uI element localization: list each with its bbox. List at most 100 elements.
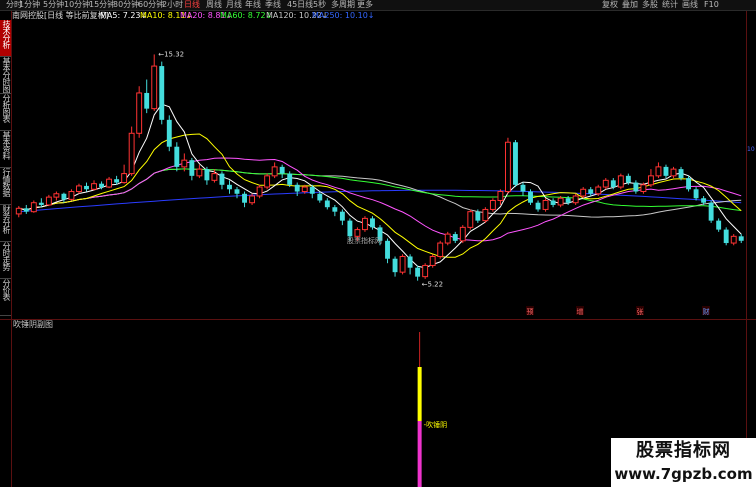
tab-15[interactable]: 多周期 <box>331 0 355 10</box>
candle-body-53 <box>415 267 421 277</box>
candle-body-51 <box>399 255 406 273</box>
candle-body-1 <box>23 208 29 212</box>
low-annotation: ←5.22 <box>422 281 443 289</box>
candle-body-63 <box>489 199 496 210</box>
candle-body-82 <box>633 182 639 192</box>
candle-body-38 <box>301 186 308 193</box>
left-tab-7[interactable]: 分价表 <box>0 279 11 316</box>
candle-body-71 <box>550 200 556 205</box>
toolbar-right-0[interactable]: 复权 <box>602 0 618 10</box>
ma-label-3: MA60: 8.72↓ <box>220 11 273 20</box>
candle-body-7 <box>68 191 75 200</box>
candle-body-14 <box>121 173 128 184</box>
candle-body-47 <box>370 218 375 228</box>
tab-14[interactable]: 5秒 <box>313 0 326 10</box>
left-tab-5[interactable]: 财务分析 <box>0 205 11 242</box>
center-watermark: 股票指标网 <box>347 237 382 245</box>
candle-body-25 <box>204 169 210 181</box>
candle-body-70 <box>542 199 549 210</box>
high-annotation: ←15.32 <box>158 50 184 58</box>
tab-12[interactable]: 季线 <box>265 0 281 10</box>
candle-body-55 <box>429 255 436 266</box>
tab-5[interactable]: 30分钟 <box>113 0 139 10</box>
left-tab-2[interactable]: 分析图表 <box>0 94 11 131</box>
left-tab-4[interactable]: 行情数据 <box>0 168 11 205</box>
tab-4[interactable]: 15分钟 <box>89 0 115 10</box>
toolbar-right-3[interactable]: 统计 <box>662 0 678 10</box>
candle-body-22 <box>181 159 188 168</box>
candle-body-10 <box>91 183 97 190</box>
candle-body-76 <box>588 189 594 194</box>
site-logo: 股票指标网 www.7gpzb.com <box>611 438 756 487</box>
candle-body-62 <box>482 208 489 222</box>
candle-body-57 <box>444 233 451 244</box>
left-tab-3[interactable]: 基本资料 <box>0 131 11 168</box>
toolbar-right-5[interactable]: F10 <box>704 0 719 10</box>
candle-body-68 <box>528 191 533 203</box>
tab-7[interactable]: 2小时 <box>162 0 183 10</box>
candle-body-19 <box>159 66 165 120</box>
right-price-value: 10 <box>747 146 755 153</box>
candle-body-27 <box>219 173 225 185</box>
left-tab-6[interactable]: 分时走势 <box>0 242 11 279</box>
candle-body-29 <box>234 189 240 194</box>
tab-13[interactable]: 45日线 <box>287 0 313 10</box>
candle-body-8 <box>76 185 82 193</box>
tab-16[interactable]: 更多 <box>357 0 373 10</box>
tab-3[interactable]: 10分钟 <box>64 0 90 10</box>
candle-body-12 <box>106 178 113 188</box>
tab-1[interactable]: 1分钟 <box>19 0 40 10</box>
left-tab-0[interactable]: 技术分析 <box>0 20 11 57</box>
candle-body-85 <box>655 166 662 177</box>
left-tab-1[interactable]: 基本分时图 <box>0 57 11 94</box>
tab-11[interactable]: 年线 <box>245 0 261 10</box>
candle-body-24 <box>196 168 203 177</box>
subchart-title: 吹锤阴副图 <box>13 320 53 329</box>
candle-body-50 <box>392 258 398 273</box>
candle-body-88 <box>678 169 684 179</box>
tab-9[interactable]: 周线 <box>206 0 222 10</box>
candle-body-95 <box>730 235 737 244</box>
candle-body-5 <box>53 193 60 198</box>
tab-10[interactable]: 月线 <box>226 0 242 10</box>
event-label-2: 张 <box>637 307 644 316</box>
candle-body-56 <box>437 242 444 257</box>
logo-text: 股票指标网 <box>636 440 731 461</box>
candle-body-60 <box>467 211 474 228</box>
candle-body-54 <box>422 264 429 278</box>
period-toolbar: 分时 1分钟 5分钟 10分钟 15分钟 30分钟 60分钟 2小时 日线 周线 月线 年线 季线 45日… <box>0 0 756 11</box>
tab-6[interactable]: 60分钟 <box>138 0 164 10</box>
event-label-0: 预 <box>527 307 534 316</box>
toolbar-right-1[interactable]: 叠加 <box>622 0 638 10</box>
candle-body-33 <box>264 175 271 188</box>
candle-body-23 <box>189 160 195 176</box>
ma250-line <box>18 189 742 213</box>
candle-body-4 <box>45 196 52 206</box>
candle-body-92 <box>708 202 714 221</box>
candle-body-9 <box>84 185 89 190</box>
tab-2[interactable]: 5分钟 <box>43 0 64 10</box>
candle-body-67 <box>520 184 526 192</box>
subchart-yellow-bar <box>417 367 422 421</box>
candle-body-79 <box>610 180 616 188</box>
candle-body-59 <box>459 226 466 242</box>
candle-body-28 <box>227 184 232 190</box>
indicator-info-bar: 南网控股[日线 等比前复权] MA5: 7.23↓ MA10: 8.11↓ MA20… <box>12 11 452 21</box>
candle-body-34 <box>271 166 278 177</box>
ma-label-5: MA250: 10.10↓ <box>312 11 375 20</box>
candle-body-44 <box>347 220 353 237</box>
candle-body-58 <box>452 234 458 241</box>
candle-body-30 <box>242 193 247 203</box>
candle-body-18 <box>151 65 158 110</box>
logo-url: www.7gpzb.com <box>614 465 753 483</box>
subchart-magenta-bar <box>417 421 422 487</box>
event-label-3: 财 <box>703 307 710 316</box>
candle-body-11 <box>99 183 104 188</box>
candle-body-69 <box>535 202 541 210</box>
candle-body-87 <box>670 168 677 177</box>
toolbar-right-4[interactable]: 画线 <box>682 0 698 10</box>
toolbar-right-2[interactable]: 多股 <box>642 0 658 10</box>
candle-body-90 <box>693 189 699 199</box>
ma120-line <box>18 168 742 218</box>
tab-8[interactable]: 日线 <box>184 0 200 10</box>
